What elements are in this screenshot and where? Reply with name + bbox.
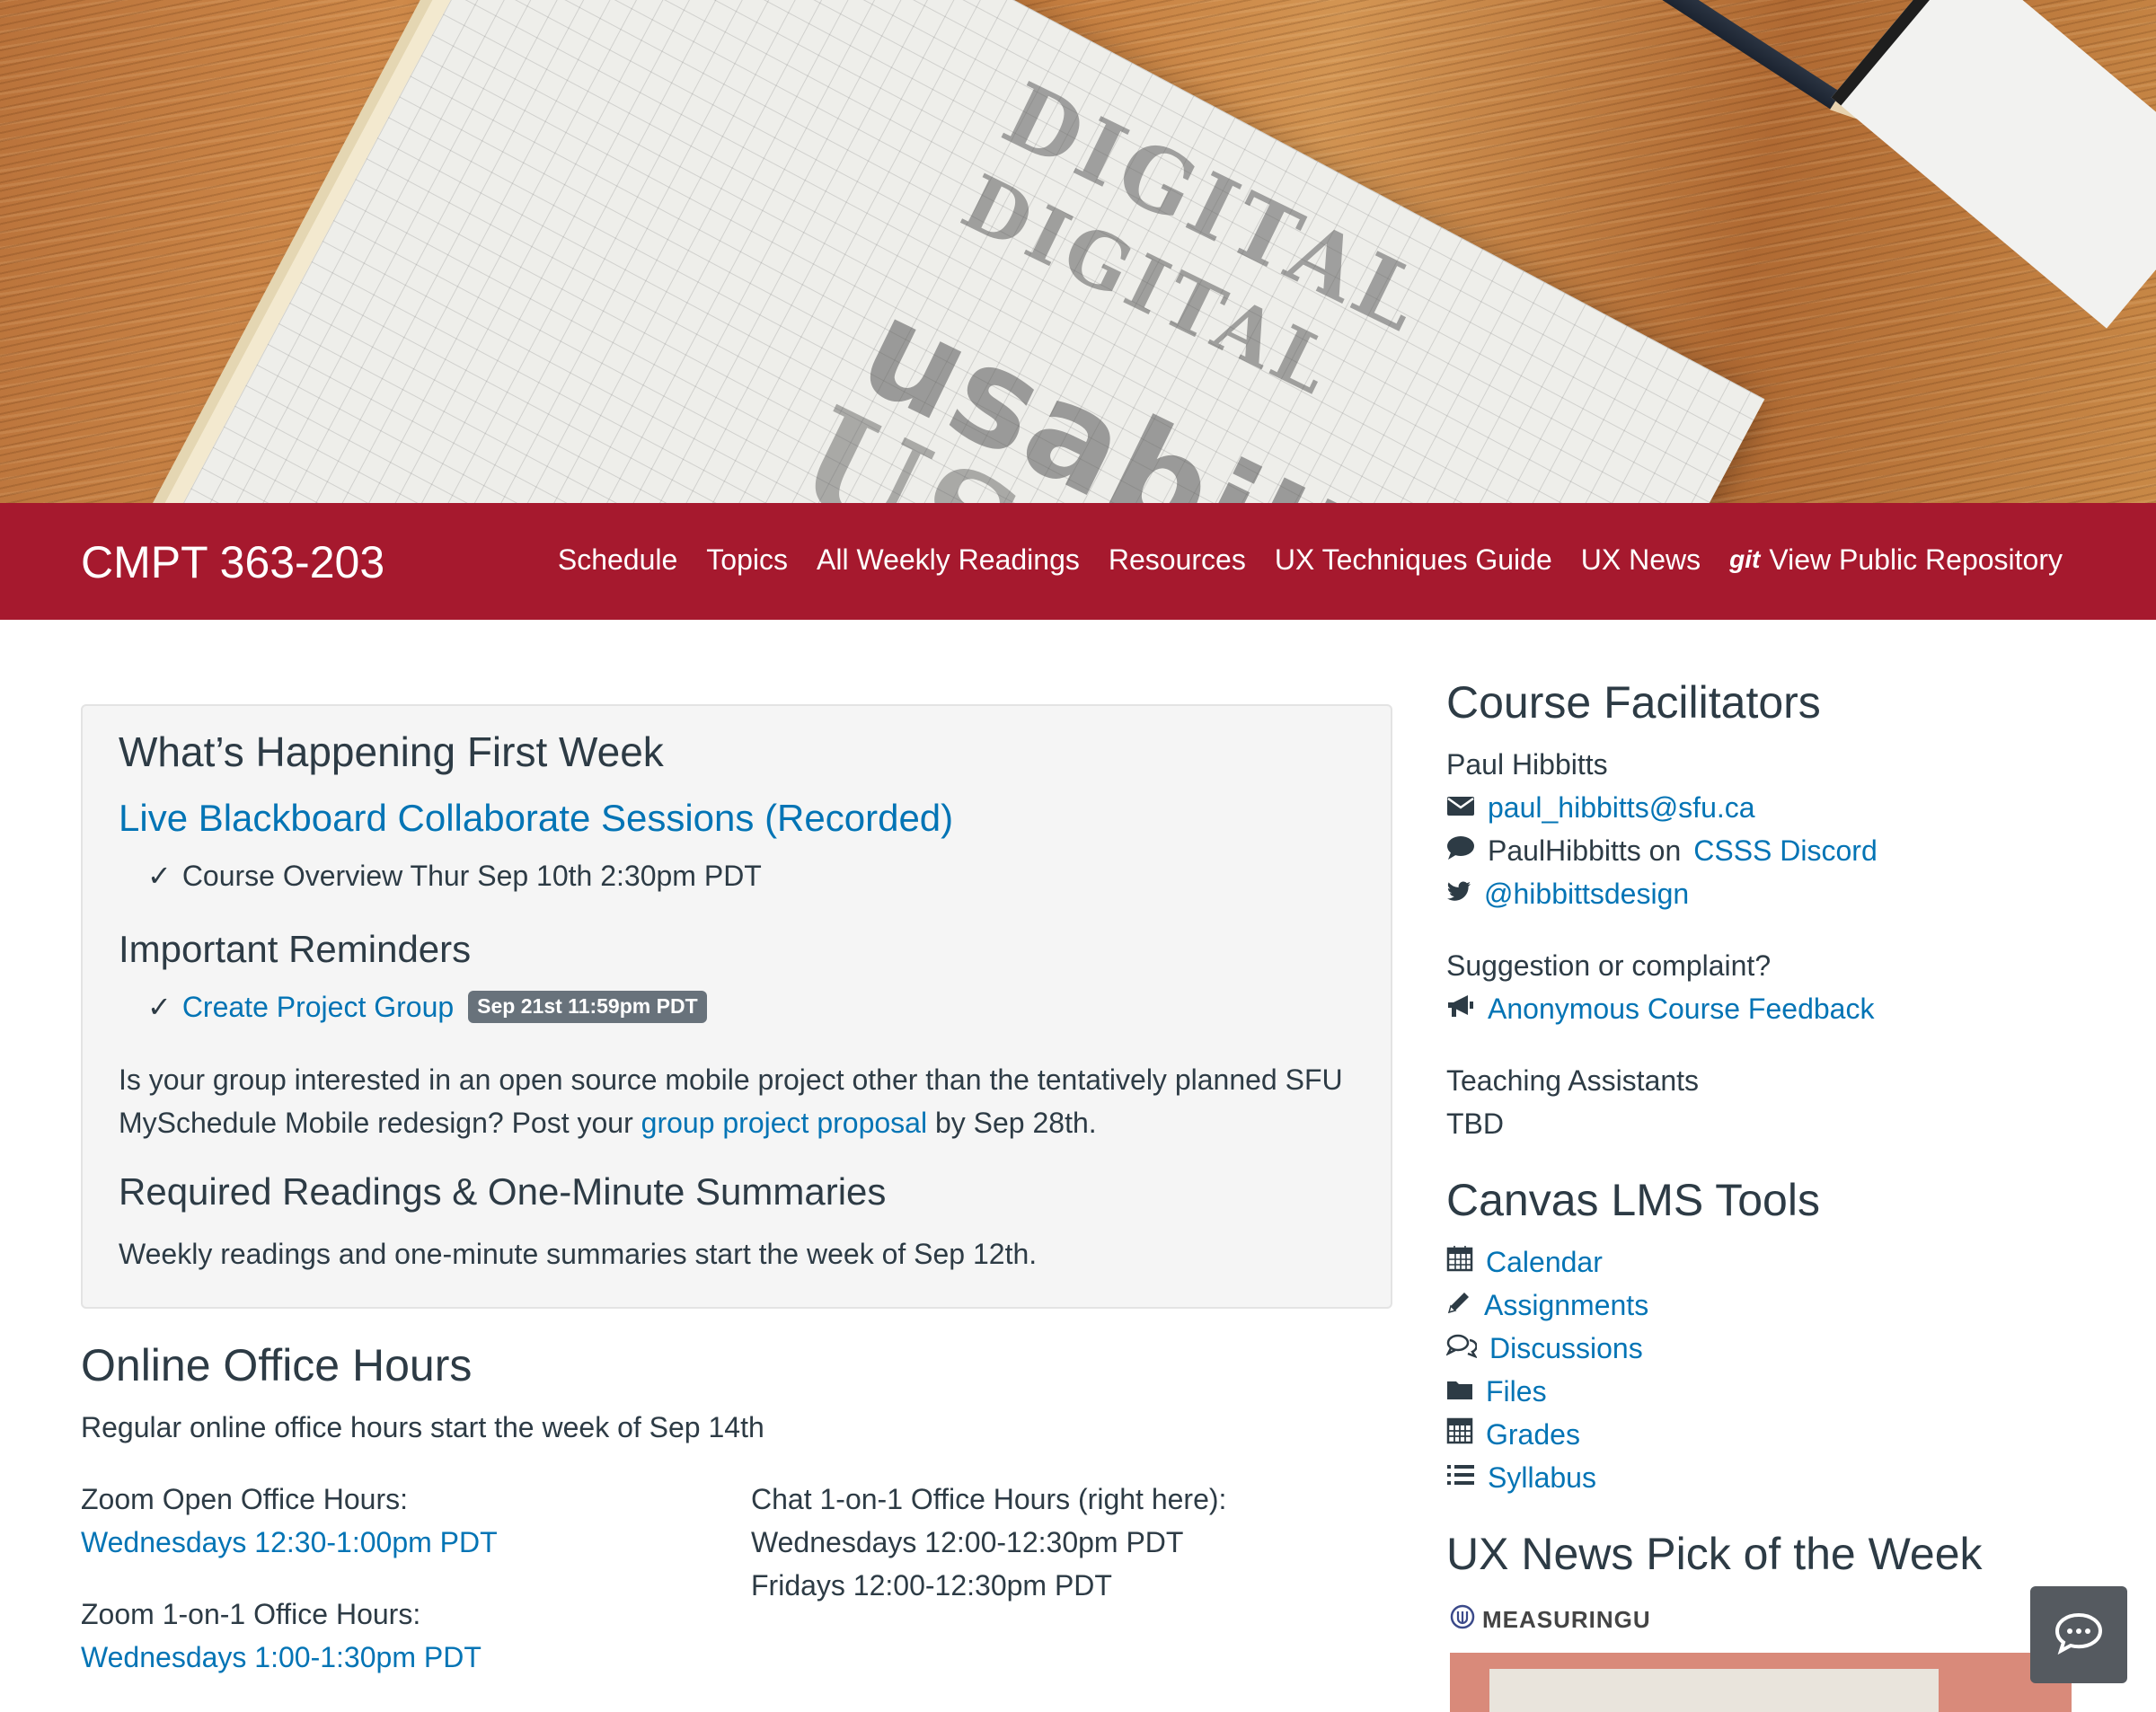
nav-schedule[interactable]: Schedule <box>558 543 677 577</box>
group-project-proposal-link[interactable]: group project proposal <box>641 1107 927 1139</box>
discord-row: PaulHibbitts on CSSS Discord <box>1446 834 1878 868</box>
twitter-row: @hibbittsdesign <box>1446 877 1689 911</box>
zoom-open-link[interactable]: Wednesdays 12:30-1:00pm PDT <box>81 1525 498 1559</box>
canvas-tool-label: Assignments <box>1484 1289 1649 1321</box>
canvas-grades-link[interactable]: Grades <box>1446 1417 1580 1452</box>
office-hours-title: Online Office Hours <box>81 1340 473 1390</box>
zoom-1on1-link[interactable]: Wednesdays 1:00-1:30pm PDT <box>81 1640 482 1674</box>
csss-discord-link[interactable]: CSSS Discord <box>1693 834 1878 868</box>
nav-label: UX Techniques Guide <box>1274 543 1552 576</box>
live-sessions-link[interactable]: Live Blackboard Collaborate Sessions (Re… <box>119 796 953 841</box>
nav-all-weekly-readings[interactable]: All Weekly Readings <box>817 543 1080 577</box>
session-item: ✓ Course Overview Thur Sep 10th 2:30pm P… <box>147 859 762 893</box>
create-project-group-link[interactable]: Create Project Group <box>182 990 454 1024</box>
canvas-files-link[interactable]: Files <box>1446 1374 1547 1408</box>
office-hours-intro: Regular online office hours start the we… <box>81 1411 764 1443</box>
canvas-assignments-link[interactable]: Assignments <box>1446 1288 1648 1322</box>
news-source-name: MEASURINGU <box>1482 1606 1651 1633</box>
proposal-text-after: by Sep 28th. <box>934 1107 1097 1139</box>
site-brand-link[interactable]: CMPT 363-203 <box>81 535 384 589</box>
proposal-text-before: MySchedule Mobile redesign? Post your <box>119 1107 633 1139</box>
proposal-line-2: MySchedule Mobile redesign? Post your gr… <box>119 1101 1343 1144</box>
measuringu-logo-icon <box>1450 1604 1475 1636</box>
checkmark-icon: ✓ <box>147 860 172 892</box>
first-week-panel: What’s Happening First Week Live Blackbo… <box>81 704 1392 1309</box>
nav-ux-techniques-guide[interactable]: UX Techniques Guide <box>1275 543 1552 577</box>
pencil-icon <box>1446 1288 1471 1322</box>
news-image-paper <box>1489 1669 1939 1712</box>
nav-resources[interactable]: Resources <box>1109 543 1246 577</box>
nav-label: Schedule <box>557 543 678 576</box>
proposal-paragraph: Is your group interested in an open sour… <box>119 1058 1343 1144</box>
chat-office-hours-label: Chat 1-on-1 Office Hours (right here): <box>751 1483 1227 1515</box>
list-icon <box>1446 1460 1475 1495</box>
canvas-tool-label: Syllabus <box>1488 1461 1596 1494</box>
ta-value: TBD <box>1446 1108 1504 1140</box>
calculator-icon <box>1446 1417 1473 1452</box>
discord-prefix: PaulHibbitts on <box>1488 834 1682 867</box>
facilitators-title: Course Facilitators <box>1446 677 1821 728</box>
first-week-title: What’s Happening First Week <box>119 728 664 775</box>
chat-office-hours-wed: Wednesdays 12:00-12:30pm PDT <box>751 1526 1184 1558</box>
session-item-text: Course Overview Thur Sep 10th 2:30pm PDT <box>181 860 762 892</box>
bullhorn-icon <box>1446 992 1475 1026</box>
readings-text: Weekly readings and one-minute summaries… <box>119 1238 1038 1270</box>
suggestion-label: Suggestion or complaint? <box>1446 949 1772 982</box>
facilitator-name: Paul Hibbitts <box>1446 748 1608 781</box>
canvas-tool-label: Calendar <box>1486 1246 1603 1278</box>
nav-topics[interactable]: Topics <box>706 543 788 577</box>
canvas-tool-label: Files <box>1486 1375 1547 1408</box>
hero-banner-image: DIGITAL DIGITAL usabili USABI <box>0 0 2156 503</box>
anonymous-feedback-link[interactable]: Anonymous Course Feedback <box>1488 992 1874 1026</box>
canvas-tool-label: Grades <box>1486 1418 1580 1451</box>
envelope-icon <box>1446 790 1475 825</box>
canvas-tool-label: Discussions <box>1489 1332 1643 1364</box>
canvas-discussions-link[interactable]: Discussions <box>1445 1331 1643 1365</box>
twitter-icon <box>1446 877 1471 911</box>
checkmark-icon: ✓ <box>147 991 172 1023</box>
nav-ux-news[interactable]: UX News <box>1581 543 1701 577</box>
email-row: paul_hibbitts@sfu.ca <box>1446 790 1755 825</box>
chat-office-hours-fri: Fridays 12:00-12:30pm PDT <box>751 1569 1112 1602</box>
chat-bubble-icon <box>2054 1611 2104 1659</box>
canvas-tools-title: Canvas LMS Tools <box>1446 1175 1820 1225</box>
calendar-icon <box>1446 1245 1473 1279</box>
reminders-title: Important Reminders <box>119 928 472 970</box>
deadline-badge: Sep 21st 11:59pm PDT <box>468 991 707 1023</box>
zoom-open-label: Zoom Open Office Hours: <box>81 1483 408 1515</box>
reminder-item: ✓ Create Project Group Sep 21st 11:59pm … <box>147 990 707 1024</box>
main-nav: Schedule Topics All Weekly Readings Reso… <box>558 543 2063 577</box>
speech-bubble-icon <box>1446 834 1475 868</box>
feedback-row: Anonymous Course Feedback <box>1446 992 1874 1026</box>
chat-button[interactable] <box>2030 1586 2127 1683</box>
nav-label: Topics <box>706 543 788 576</box>
ta-label: Teaching Assistants <box>1446 1064 1700 1097</box>
git-icon: git <box>1729 545 1761 574</box>
email-link[interactable]: paul_hibbitts@sfu.ca <box>1488 790 1755 825</box>
zoom-1on1-label: Zoom 1-on-1 Office Hours: <box>81 1598 421 1630</box>
top-navbar: CMPT 363-203 Schedule Topics All Weekly … <box>0 503 2156 620</box>
nav-label: All Weekly Readings <box>816 543 1080 576</box>
comments-icon <box>1445 1331 1478 1365</box>
proposal-line-1: Is your group interested in an open sour… <box>119 1063 1343 1096</box>
nav-label: Resources <box>1108 543 1246 576</box>
canvas-calendar-link[interactable]: Calendar <box>1446 1245 1603 1279</box>
readings-title: Required Readings & One-Minute Summaries <box>119 1170 887 1213</box>
twitter-link[interactable]: @hibbittsdesign <box>1484 877 1689 911</box>
folder-icon <box>1446 1374 1473 1408</box>
canvas-syllabus-link[interactable]: Syllabus <box>1446 1460 1596 1495</box>
news-source: MEASURINGU <box>1450 1604 1651 1636</box>
nav-label: View Public Repository <box>1769 543 2063 576</box>
news-pick-title: UX News Pick of the Week <box>1446 1529 1983 1579</box>
nav-label: UX News <box>1580 543 1701 576</box>
nav-view-public-repository[interactable]: git View Public Repository <box>1729 543 2063 577</box>
news-pick-image[interactable] <box>1450 1653 2072 1712</box>
